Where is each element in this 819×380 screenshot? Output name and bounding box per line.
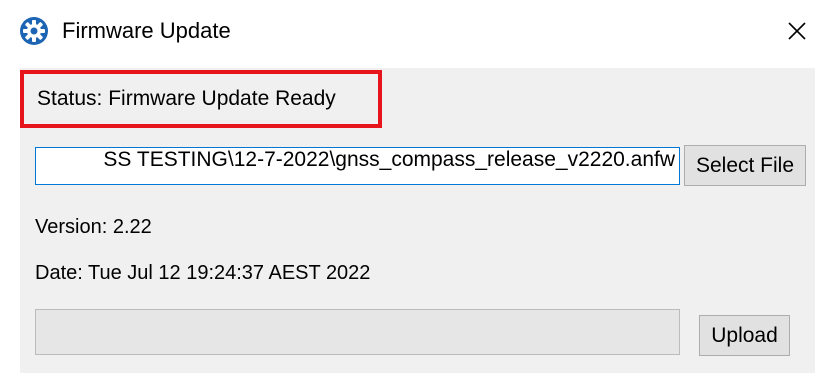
file-path-field[interactable]: SS TESTING\12-7-2022\gnss_compass_releas… (35, 147, 680, 185)
select-file-button[interactable]: Select File (684, 145, 806, 186)
dialog-content: Status: Firmware Update Ready SS TESTING… (20, 68, 815, 373)
settings-gear-icon (20, 17, 48, 45)
firmware-version: Version: 2.22 (35, 216, 152, 238)
title-bar: Firmware Update (0, 0, 819, 64)
upload-progress-bar (35, 309, 680, 355)
close-icon[interactable] (780, 14, 814, 48)
window-title: Firmware Update (62, 18, 231, 43)
upload-button[interactable]: Upload (699, 315, 790, 356)
firmware-date: Date: Tue Jul 12 19:24:37 AEST 2022 (35, 262, 371, 284)
firmware-update-window: Firmware Update Status: Firmware Update … (0, 0, 819, 380)
file-path-value: SS TESTING\12-7-2022\gnss_compass_releas… (103, 148, 675, 171)
status-label: Status: Firmware Update Ready (37, 87, 336, 110)
status-highlight: Status: Firmware Update Ready (20, 70, 382, 128)
